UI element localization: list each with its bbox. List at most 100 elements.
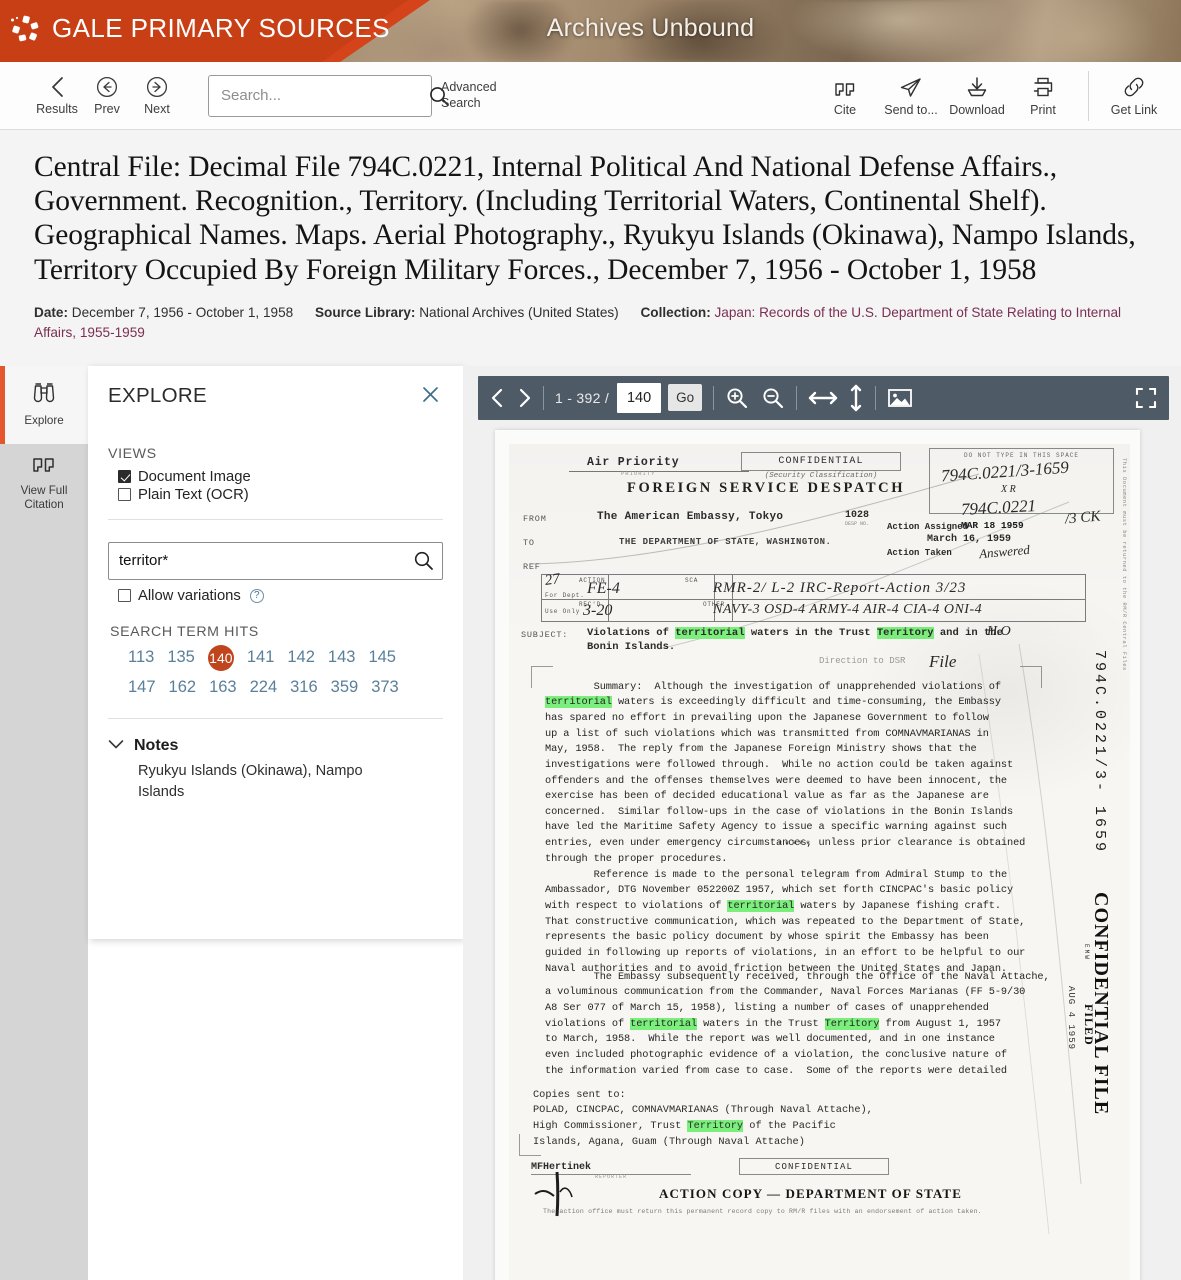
- subject-line-2: Bonin Islands.: [587, 640, 676, 653]
- advanced-search-link[interactable]: Advanced Search: [441, 80, 511, 111]
- search-icon[interactable]: [404, 550, 442, 571]
- search-hit-143[interactable]: 143: [328, 646, 356, 670]
- view-option-plain-text[interactable]: Plain Text (OCR): [118, 487, 443, 503]
- reporter-sublabel: REPORTER: [595, 1173, 628, 1180]
- source-library-meta: Source Library: National Archives (Unite…: [315, 305, 623, 320]
- chevron-right-icon[interactable]: [518, 388, 532, 408]
- grid-hand-line1: RMR-2/ L-2 IRC-Report-Action 3/23: [713, 579, 967, 596]
- send-to-label: Send to...: [884, 103, 938, 117]
- search-hit-316[interactable]: 316: [290, 676, 318, 700]
- search-term-hits-list: 113 135 140 141 142 143 145 147 162 163 224 316 359 3…: [108, 644, 428, 700]
- from-value: The American Embassy, Tokyo: [597, 510, 784, 523]
- search-hit-113[interactable]: 113: [128, 646, 154, 670]
- air-priority-text: Air Priority: [587, 455, 680, 469]
- search-hit-224[interactable]: 224: [250, 676, 278, 700]
- search-input[interactable]: [209, 87, 428, 104]
- stamp-filed: FILED: [1082, 1003, 1096, 1046]
- explore-panel: EXPLORE VIEWS Document Image Plain Text …: [88, 365, 463, 939]
- arrow-right-circle-icon: [146, 75, 168, 99]
- hand-ho: H.O: [987, 623, 1011, 639]
- search-hit-162[interactable]: 162: [169, 676, 197, 700]
- view-option-document-image-label: Document Image: [138, 468, 251, 485]
- rail-item-view-full-citation[interactable]: View Full Citation: [0, 444, 88, 522]
- handwritten-file-number-2: 794C.0221: [960, 495, 1037, 519]
- stamp-action-assigned: Action Assigned: [887, 521, 969, 532]
- cite-button[interactable]: Cite: [812, 74, 878, 117]
- search-hit-359[interactable]: 359: [331, 676, 359, 700]
- para3-b: waters in the Trust: [696, 1017, 825, 1030]
- checkbox-document-image[interactable]: [118, 470, 131, 484]
- search-hit-145[interactable]: 145: [368, 646, 396, 670]
- divider: [875, 385, 877, 410]
- help-icon[interactable]: ?: [249, 588, 264, 603]
- search-hit-147[interactable]: 147: [128, 676, 156, 700]
- fit-width-icon[interactable]: [808, 389, 838, 407]
- grid-sca-label: SCA: [685, 576, 699, 584]
- bracket-bottom-left: [519, 1133, 541, 1156]
- handwritten-ck: /3 CK: [1064, 508, 1102, 528]
- term-search-box[interactable]: [108, 541, 443, 580]
- classification-sublabel: (Security Classification): [764, 471, 878, 480]
- term-search-input[interactable]: [109, 552, 404, 570]
- zoom-out-icon[interactable]: [761, 386, 785, 410]
- scanned-page[interactable]: Air Priority PRIORITY CONFIDENTIAL (Secu…: [495, 429, 1140, 1280]
- copies-line-1: POLAD, CINCPAC, COMNAVMARIANAS (Through …: [533, 1104, 873, 1117]
- checkbox-plain-text[interactable]: [118, 488, 131, 502]
- divider: [796, 385, 798, 410]
- search-term-hits-label: SEARCH TERM HITS: [110, 623, 259, 640]
- despatch-number: 1028: [845, 509, 870, 521]
- search-hit-373[interactable]: 373: [371, 676, 399, 700]
- results-button[interactable]: Results: [32, 75, 82, 116]
- ref-label: REF: [523, 561, 541, 572]
- classification-text: CONFIDENTIAL: [778, 455, 864, 467]
- view-option-document-image[interactable]: Document Image: [118, 469, 443, 485]
- zoom-in-icon[interactable]: [725, 386, 749, 410]
- para2-highlight: territorial: [727, 899, 795, 912]
- print-label: Print: [1030, 103, 1056, 117]
- rail-view-full-citation-label: View Full Citation: [20, 484, 68, 512]
- send-to-button[interactable]: Send to...: [878, 74, 944, 117]
- collection-label: Collection:: [640, 304, 711, 320]
- download-button[interactable]: Download: [944, 74, 1010, 117]
- search-box[interactable]: [208, 74, 449, 117]
- prev-label: Prev: [94, 102, 120, 116]
- to-value: THE DEPARTMENT OF STATE, WASHINGTON.: [619, 536, 832, 547]
- next-button[interactable]: Next: [132, 75, 182, 116]
- page-number-input[interactable]: [617, 382, 662, 413]
- notes-toggle[interactable]: Notes: [108, 737, 443, 755]
- prev-button[interactable]: Prev: [82, 75, 132, 116]
- go-button[interactable]: Go: [668, 384, 703, 412]
- get-link-button[interactable]: Get Link: [1101, 74, 1167, 117]
- copies-line-2a: High Commissioner, Trust: [533, 1119, 688, 1132]
- toolbar-divider: [1088, 70, 1089, 121]
- grid-use-only-label: Use Only: [545, 607, 581, 615]
- explore-header: EXPLORE: [108, 384, 443, 410]
- fit-height-icon[interactable]: [848, 384, 864, 412]
- embassy-paragraph: The Embassy subsequently received, throu…: [545, 970, 1065, 1079]
- allow-variations-row[interactable]: Allow variations ?: [118, 588, 443, 604]
- fullscreen-icon[interactable]: [1135, 387, 1157, 409]
- image-icon[interactable]: [887, 387, 913, 409]
- close-icon[interactable]: [418, 384, 443, 410]
- left-rail: Explore View Full Citation: [0, 365, 88, 1280]
- page-stage[interactable]: Air Priority PRIORITY CONFIDENTIAL (Secu…: [478, 421, 1169, 1280]
- copies-line-2-highlight: Territory: [687, 1119, 744, 1132]
- arrow-left-circle-icon: [96, 75, 118, 99]
- grid-for-dept-label: For Dept.: [545, 591, 585, 599]
- subject-label: SUBJECT:: [521, 629, 569, 640]
- stamp-aug-date: AUG 4 1959: [1066, 985, 1076, 1050]
- classification-box: CONFIDENTIAL: [741, 451, 901, 471]
- from-label: FROM: [523, 513, 547, 524]
- search-hit-135[interactable]: 135: [167, 646, 195, 670]
- stars-separator: *****: [777, 840, 813, 852]
- chevron-left-icon[interactable]: [490, 388, 504, 408]
- search-hit-140[interactable]: 140: [207, 644, 234, 671]
- search-hit-163[interactable]: 163: [209, 676, 237, 700]
- product-title: Archives Unbound: [546, 14, 755, 42]
- checkbox-allow-variations[interactable]: [118, 589, 131, 603]
- print-button[interactable]: Print: [1010, 74, 1076, 117]
- rail-item-explore[interactable]: Explore: [0, 365, 88, 444]
- search-hit-141[interactable]: 141: [247, 646, 275, 670]
- do-not-type-label: DO NOT TYPE IN THIS SPACE: [963, 451, 1079, 459]
- search-hit-142[interactable]: 142: [287, 646, 315, 670]
